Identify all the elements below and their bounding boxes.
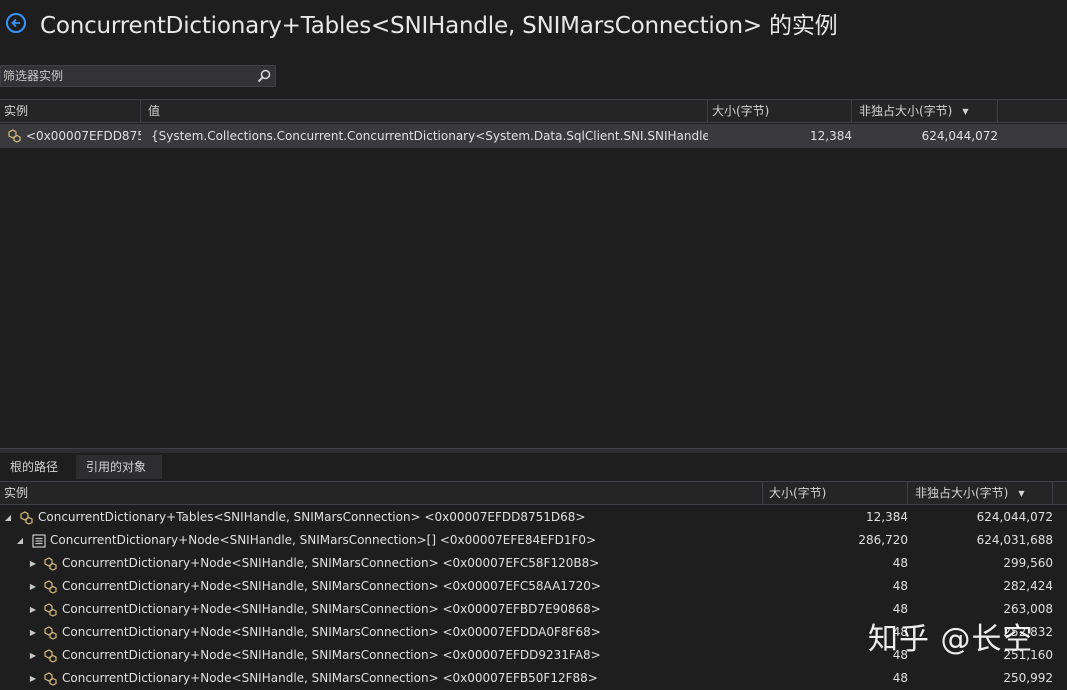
- pane-splitter[interactable]: [0, 448, 1067, 453]
- column-header-size[interactable]: 大小(字节): [763, 482, 908, 504]
- tree-row-retained-size: 250,992: [1003, 671, 1053, 685]
- tree-row[interactable]: ◢ ConcurrentDictionary+Node<SNIHandle, S…: [0, 529, 1067, 552]
- tree-row-label: ConcurrentDictionary+Node<SNIHandle, SNI…: [62, 671, 598, 685]
- tree-row-label: ConcurrentDictionary+Node<SNIHandle, SNI…: [50, 533, 597, 547]
- tree-row-label: ConcurrentDictionary+Node<SNIHandle, SNI…: [62, 556, 600, 570]
- tree-row-label: ConcurrentDictionary+Node<SNIHandle, SNI…: [62, 648, 601, 662]
- instance-size: 12,384: [810, 129, 852, 143]
- instance-value: {System.Collections.Concurrent.Concurren…: [151, 129, 708, 143]
- expand-icon[interactable]: ▶: [27, 552, 39, 575]
- class-instance-icon: [44, 557, 57, 571]
- tree-row-size: 48: [892, 556, 908, 570]
- search-icon[interactable]: [256, 68, 272, 84]
- filter-input[interactable]: [3, 66, 253, 86]
- watermark: 知乎 @长空: [868, 622, 1034, 657]
- tree-row[interactable]: ▶ ConcurrentDictionary+Node<SNIHandle, S…: [0, 575, 1067, 598]
- expand-icon[interactable]: ▶: [27, 598, 39, 621]
- tree-row[interactable]: ◢ ConcurrentDictionary+Tables<SNIHandle,…: [0, 506, 1067, 529]
- class-instance-icon: [44, 649, 57, 663]
- class-instance-icon: [44, 626, 57, 640]
- tree-row-retained-size: 624,044,072: [976, 510, 1053, 524]
- column-header-retained-label: 非独占大小(字节): [859, 104, 953, 118]
- expand-icon[interactable]: ▶: [27, 667, 39, 690]
- tree-row-size: 286,720: [858, 533, 908, 547]
- title-bar: ConcurrentDictionary+Tables<SNIHandle, S…: [0, 0, 1067, 46]
- tab-paths-to-root[interactable]: 根的路径: [0, 455, 74, 479]
- tree-row[interactable]: ▶ ConcurrentDictionary+Node<SNIHandle, S…: [0, 667, 1067, 690]
- sort-descending-icon: ▼: [962, 107, 969, 116]
- array-icon: [32, 534, 46, 548]
- tree-row-retained-size: 282,424: [1003, 579, 1053, 593]
- class-instance-icon: [20, 511, 33, 525]
- tree-row-size: 48: [892, 579, 908, 593]
- column-header-instance[interactable]: 实例: [0, 482, 763, 504]
- column-header-value[interactable]: 值: [141, 100, 708, 122]
- tree-row[interactable]: ▶ ConcurrentDictionary+Node<SNIHandle, S…: [0, 552, 1067, 575]
- back-button[interactable]: [6, 13, 26, 33]
- table-row[interactable]: <0x00007EFDD8751 {System.Collections.Con…: [0, 124, 1067, 148]
- class-instance-icon: [44, 603, 57, 617]
- sort-descending-icon: ▼: [1018, 489, 1025, 498]
- tab-referenced-objects[interactable]: 引用的对象: [76, 455, 162, 479]
- paths-grid-header: 实例 大小(字节) 非独占大小(字节) ▼: [0, 481, 1067, 505]
- collapse-icon[interactable]: ◢: [2, 506, 14, 529]
- tree-row-label: ConcurrentDictionary+Node<SNIHandle, SNI…: [62, 579, 601, 593]
- column-header-retained-size[interactable]: 非独占大小(字节) ▼: [908, 482, 1053, 504]
- class-instance-icon: [44, 672, 57, 686]
- page-title: ConcurrentDictionary+Tables<SNIHandle, S…: [40, 13, 838, 39]
- instance-address: <0x00007EFDD8751: [26, 129, 141, 143]
- instance-retained-size: 624,044,072: [921, 129, 998, 143]
- expand-icon[interactable]: ▶: [27, 644, 39, 667]
- column-header-size[interactable]: 大小(字节): [708, 100, 852, 122]
- class-instance-icon: [44, 580, 57, 594]
- column-header-instance[interactable]: 实例: [0, 100, 141, 122]
- tree-row-retained-size: 624,031,688: [976, 533, 1053, 547]
- tree-row-size: 12,384: [866, 510, 908, 524]
- expand-icon[interactable]: ▶: [27, 575, 39, 598]
- tree-row-label: ConcurrentDictionary+Tables<SNIHandle, S…: [38, 510, 586, 524]
- tree-row-label: ConcurrentDictionary+Node<SNIHandle, SNI…: [62, 625, 601, 639]
- column-header-retained-size[interactable]: 非独占大小(字节) ▼: [852, 100, 998, 122]
- instances-grid-header: 实例 值 大小(字节) 非独占大小(字节) ▼: [0, 99, 1067, 123]
- expand-icon[interactable]: ▶: [27, 621, 39, 644]
- collapse-icon[interactable]: ◢: [14, 529, 26, 552]
- tree-row-size: 48: [892, 671, 908, 685]
- class-instance-icon: [8, 129, 21, 143]
- tree-row-label: ConcurrentDictionary+Node<SNIHandle, SNI…: [62, 602, 601, 616]
- tree-row-retained-size: 299,560: [1003, 556, 1053, 570]
- filter-box[interactable]: [0, 65, 276, 87]
- back-arrow-icon: [11, 18, 20, 28]
- column-header-retained-label: 非独占大小(字节): [915, 486, 1009, 500]
